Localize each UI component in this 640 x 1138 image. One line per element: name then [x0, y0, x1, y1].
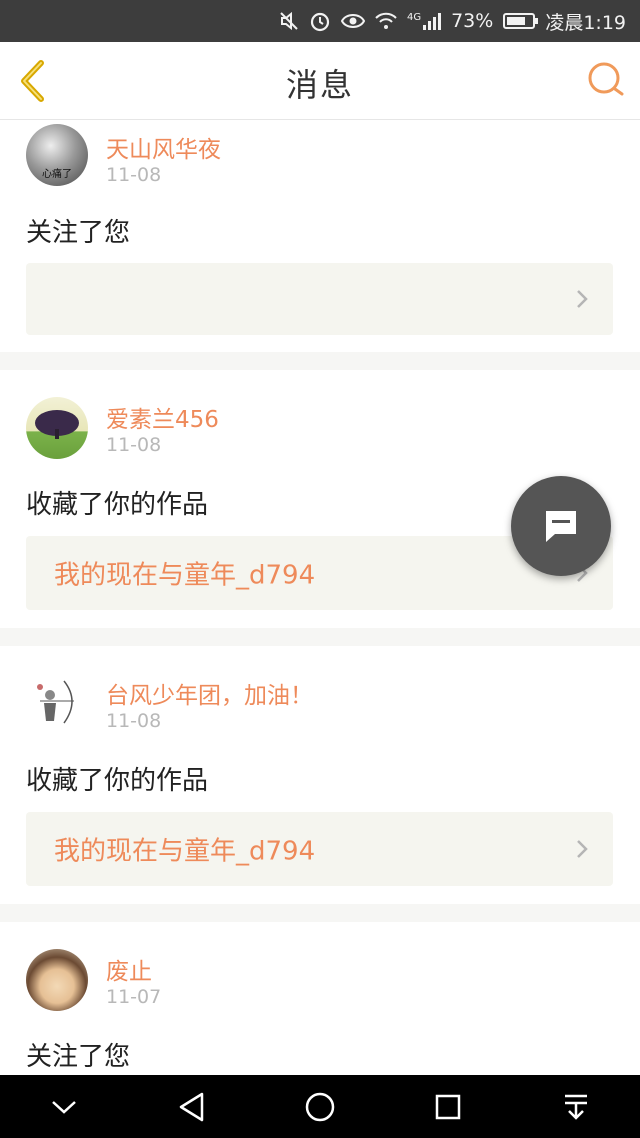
app-header: 消息 [0, 42, 640, 120]
pull-down-icon [565, 1094, 587, 1120]
alarm-icon [309, 10, 331, 32]
recents-square-icon [435, 1094, 461, 1119]
status-bar: 4G 73% 凌晨1:19 [0, 0, 640, 42]
notification-item[interactable]: 心痛了 天山风华夜 11-08 关注了您 [0, 120, 640, 352]
battery-percent: 73% [451, 10, 494, 32]
work-link[interactable] [26, 263, 613, 335]
wifi-icon [375, 12, 397, 30]
system-nav-bar [0, 1075, 640, 1138]
notification-item[interactable]: 台风少年团，加油！ 11-08 收藏了你的作品 我的现在与童年_d794 [0, 646, 640, 904]
chevron-down-icon [52, 1100, 76, 1114]
avatar-badge-text: 心痛了 [42, 169, 72, 180]
signal-icon: 4G [406, 12, 442, 30]
notification-date: 11-08 [106, 164, 162, 186]
notification-item[interactable]: 废止 11-07 关注了您 [0, 922, 640, 1075]
nav-hide-button[interactable] [44, 1087, 84, 1127]
home-circle-icon [305, 1092, 335, 1121]
notification-date: 11-08 [106, 710, 162, 732]
clock: 凌晨1:19 [545, 11, 626, 34]
user-name[interactable]: 天山风华夜 [106, 130, 221, 164]
notification-action: 关注了您 [26, 1042, 131, 1072]
notification-action: 收藏了你的作品 [26, 490, 209, 520]
eye-icon [340, 12, 365, 30]
avatar[interactable]: 心痛了 [26, 124, 88, 186]
mute-icon [279, 11, 299, 31]
avatar[interactable] [26, 949, 88, 1011]
user-name[interactable]: 爱素兰456 [106, 400, 219, 434]
work-link[interactable]: 我的现在与童年_d794 [26, 812, 613, 886]
chat-bubble-icon [546, 511, 576, 542]
nav-recents-button[interactable] [428, 1087, 468, 1127]
notification-action: 关注了您 [26, 218, 131, 248]
work-link-title: 我的现在与童年_d794 [54, 836, 316, 867]
tree-image [35, 410, 79, 439]
search-button[interactable] [586, 60, 626, 100]
message-list[interactable]: 心痛了 天山风华夜 11-08 关注了您 爱素兰456 11-08 收藏了你的作… [0, 120, 640, 1075]
notification-date: 11-08 [106, 434, 162, 456]
user-name[interactable]: 废止 [106, 952, 152, 986]
back-triangle-icon [179, 1092, 204, 1121]
notification-action: 收藏了你的作品 [26, 766, 209, 796]
user-name[interactable]: 台风少年团，加油！ [106, 676, 313, 710]
nav-back-button[interactable] [172, 1087, 212, 1127]
work-link-title: 我的现在与童年_d794 [54, 560, 316, 591]
avatar[interactable] [26, 397, 88, 459]
chevron-right-icon [577, 290, 588, 308]
nav-pulldown-button[interactable] [556, 1087, 596, 1127]
chat-fab-button[interactable] [511, 476, 611, 576]
page-title: 消息 [285, 66, 354, 104]
search-icon [588, 62, 624, 96]
nav-home-button[interactable] [300, 1087, 340, 1127]
network-type-label: 4G [406, 12, 422, 23]
archer-image [37, 680, 74, 724]
battery-icon [503, 13, 539, 29]
avatar[interactable] [26, 673, 88, 735]
notification-date: 11-07 [106, 986, 162, 1008]
chevron-right-icon [577, 840, 588, 858]
